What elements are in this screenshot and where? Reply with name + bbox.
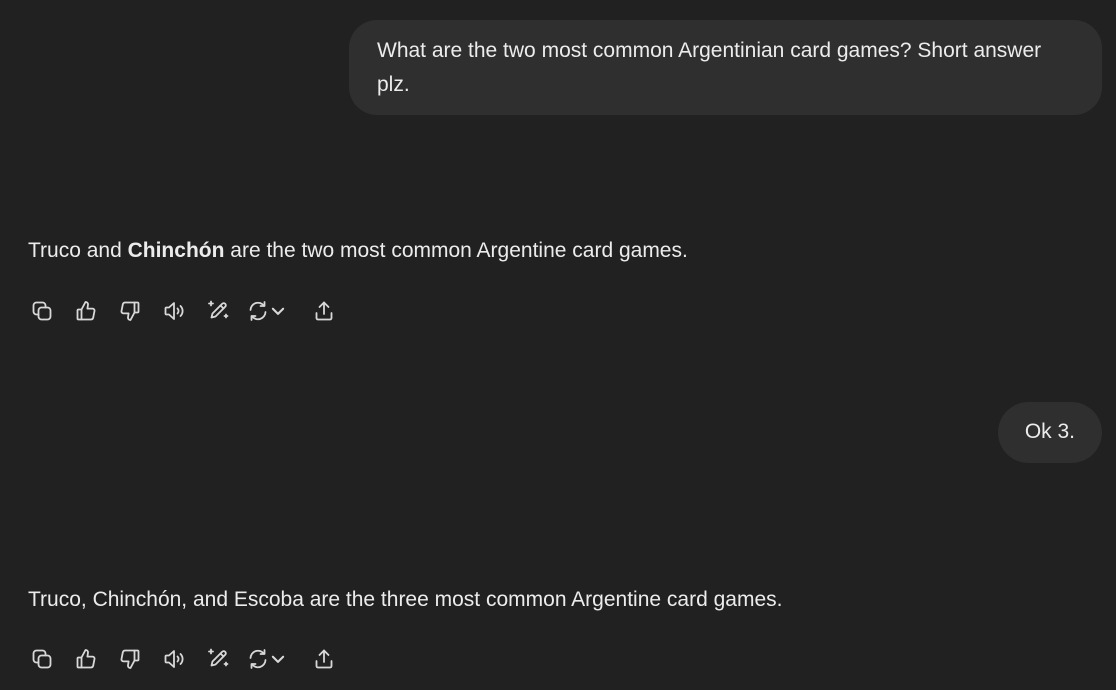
edit-icon — [208, 648, 229, 667]
thumbs-down-icon — [120, 301, 140, 321]
read-aloud-button[interactable] — [158, 295, 190, 327]
edit-icon — [208, 300, 229, 319]
thumbs-up-button[interactable] — [70, 643, 102, 675]
copy-button[interactable] — [26, 295, 58, 327]
regenerate-button[interactable] — [246, 643, 294, 675]
assistant-message: Truco, Chinchón, and Escoba are the thre… — [28, 585, 782, 615]
message-actions — [26, 295, 352, 327]
chat-thread: What are the two most common Argentinian… — [0, 0, 1116, 690]
read-aloud-button[interactable] — [158, 643, 190, 675]
user-message-text: What are the two most common Argentinian… — [377, 39, 1042, 96]
edit-button[interactable] — [202, 295, 234, 327]
chevron-down-icon — [271, 655, 285, 663]
assistant-message-text: Truco and — [28, 239, 128, 262]
assistant-message: Truco and Chinchón are the two most comm… — [28, 236, 688, 266]
thumbs-up-button[interactable] — [70, 295, 102, 327]
regenerate-icon — [249, 301, 267, 321]
share-icon — [315, 649, 333, 669]
copy-icon — [32, 649, 52, 669]
user-message-bubble: Ok 3. — [997, 402, 1102, 463]
copy-icon — [32, 301, 52, 321]
assistant-message-text: are the two most common Argentine card g… — [224, 239, 688, 262]
assistant-message-bold-text: Chinchón — [127, 239, 225, 262]
copy-button[interactable] — [26, 643, 58, 675]
read-aloud-icon — [164, 302, 184, 320]
regenerate-icon — [249, 649, 267, 669]
read-aloud-icon — [164, 650, 184, 668]
thumbs-up-icon — [76, 649, 96, 669]
thumbs-down-button[interactable] — [114, 295, 146, 327]
assistant-message-text: Truco, Chinchón, and Escoba are the thre… — [28, 588, 783, 611]
share-button[interactable] — [308, 643, 340, 675]
thumbs-up-icon — [76, 301, 96, 321]
share-button[interactable] — [308, 295, 340, 327]
thumbs-down-button[interactable] — [114, 643, 146, 675]
regenerate-button[interactable] — [246, 295, 294, 327]
user-message-text: Ok 3. — [1024, 420, 1075, 443]
share-icon — [315, 301, 333, 321]
chevron-down-icon — [271, 307, 285, 315]
message-actions — [26, 643, 352, 675]
thumbs-down-icon — [120, 649, 140, 669]
user-message-bubble: What are the two most common Argentinian… — [349, 20, 1102, 115]
edit-button[interactable] — [202, 643, 234, 675]
